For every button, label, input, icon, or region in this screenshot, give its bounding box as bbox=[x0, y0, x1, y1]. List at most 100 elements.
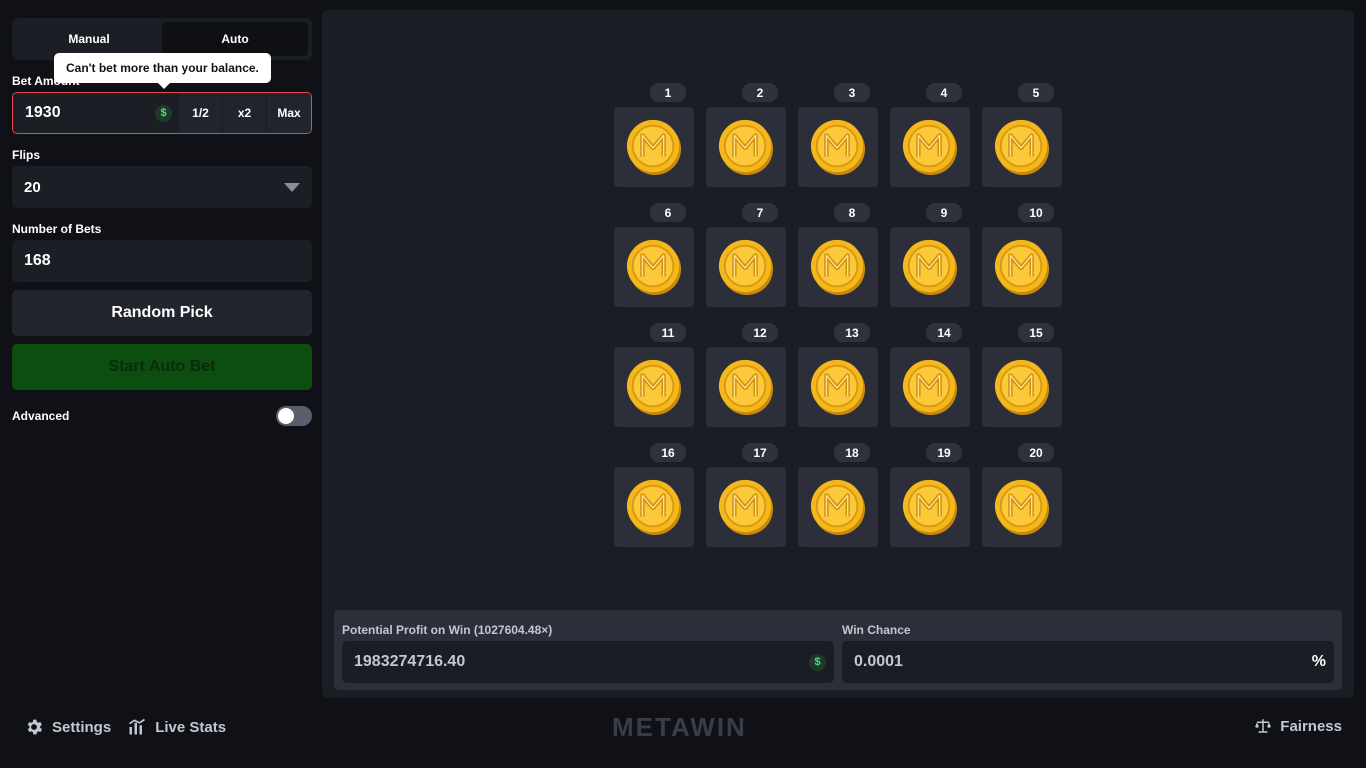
number-of-bets-field bbox=[12, 240, 312, 282]
number-of-bets-input[interactable] bbox=[24, 252, 300, 270]
advanced-label: Advanced bbox=[12, 409, 70, 423]
coin-tile[interactable] bbox=[982, 347, 1062, 427]
coin-number-badge: 20 bbox=[1018, 443, 1054, 462]
coin-tile[interactable] bbox=[706, 347, 786, 427]
coin-cell: 17 bbox=[706, 443, 786, 547]
metawin-coin-icon bbox=[902, 239, 958, 296]
metawin-coin-icon bbox=[626, 359, 682, 416]
sidebar: Manual Auto Bet Amount $ 1/2 x2 Max Can'… bbox=[12, 18, 312, 426]
coin-number-badge: 13 bbox=[834, 323, 870, 342]
metawin-coin-icon bbox=[810, 479, 866, 536]
coin-number-badge: 10 bbox=[1018, 203, 1054, 222]
metawin-coin-icon bbox=[994, 239, 1050, 296]
percent-suffix: % bbox=[1311, 653, 1326, 670]
metawin-coin-icon bbox=[902, 359, 958, 416]
dollar-icon: $ bbox=[809, 653, 826, 671]
metawin-coin-icon bbox=[902, 479, 958, 536]
coin-cell: 5 bbox=[982, 83, 1062, 187]
coin-number-badge: 11 bbox=[650, 323, 686, 342]
metawin-coin-icon bbox=[902, 119, 958, 176]
game-panel: 1 2 3 4 5 6 7 8 9 10 11 12 13 14 15 16 17 18 19 20 Potentia… bbox=[322, 10, 1354, 698]
live-stats-button[interactable]: Live Stats bbox=[127, 717, 226, 737]
win-chance-label: Win Chance bbox=[842, 623, 911, 637]
metawin-coin-icon bbox=[626, 119, 682, 176]
number-of-bets-label: Number of Bets bbox=[12, 222, 102, 236]
metawin-coin-icon bbox=[718, 239, 774, 296]
coin-number-badge: 7 bbox=[742, 203, 778, 222]
coin-tile[interactable] bbox=[890, 227, 970, 307]
metawin-coin-icon bbox=[994, 119, 1050, 176]
fairness-button[interactable]: Fairness bbox=[1254, 717, 1342, 735]
coin-number-badge: 2 bbox=[742, 83, 778, 102]
potential-profit-label: Potential Profit on Win (1027604.48×) bbox=[342, 623, 553, 637]
coin-number-badge: 1 bbox=[650, 83, 686, 102]
coin-tile[interactable] bbox=[614, 467, 694, 547]
metawin-coin-icon bbox=[994, 359, 1050, 416]
coin-cell: 19 bbox=[890, 443, 970, 547]
coin-tile[interactable] bbox=[614, 347, 694, 427]
coin-number-badge: 4 bbox=[926, 83, 962, 102]
metawin-coin-icon bbox=[810, 239, 866, 296]
double-bet-button[interactable]: x2 bbox=[222, 93, 266, 133]
max-bet-button[interactable]: Max bbox=[266, 93, 311, 133]
coin-tile[interactable] bbox=[982, 107, 1062, 187]
win-chance-field: 0.0001 % bbox=[842, 641, 1334, 683]
coin-tile[interactable] bbox=[890, 467, 970, 547]
coin-number-badge: 14 bbox=[926, 323, 962, 342]
coin-tile[interactable] bbox=[890, 107, 970, 187]
coin-cell: 13 bbox=[798, 323, 878, 427]
settings-button[interactable]: Settings bbox=[24, 717, 111, 737]
coin-number-badge: 17 bbox=[742, 443, 778, 462]
metawin-coin-icon bbox=[718, 359, 774, 416]
coin-tile[interactable] bbox=[890, 347, 970, 427]
tab-auto[interactable]: Auto bbox=[162, 22, 308, 56]
metawin-coin-icon bbox=[810, 119, 866, 176]
metawin-coin-icon bbox=[718, 479, 774, 536]
advanced-row: Advanced bbox=[12, 406, 312, 426]
coin-tile[interactable] bbox=[798, 227, 878, 307]
coin-number-badge: 5 bbox=[1018, 83, 1054, 102]
flips-value: 20 bbox=[24, 178, 41, 196]
coin-tile[interactable] bbox=[614, 107, 694, 187]
coin-tile[interactable] bbox=[798, 107, 878, 187]
coin-tile[interactable] bbox=[982, 467, 1062, 547]
coin-tile[interactable] bbox=[798, 347, 878, 427]
metawin-coin-icon bbox=[718, 119, 774, 176]
coin-cell: 15 bbox=[982, 323, 1062, 427]
flips-select[interactable]: 20 bbox=[12, 166, 312, 208]
settings-label: Settings bbox=[52, 718, 112, 736]
half-bet-button[interactable]: 1/2 bbox=[178, 93, 222, 133]
caret-down-icon bbox=[284, 182, 300, 192]
coin-tile[interactable] bbox=[706, 107, 786, 187]
random-pick-button[interactable]: Random Pick bbox=[12, 290, 312, 336]
tab-manual[interactable]: Manual bbox=[16, 22, 162, 56]
coin-number-badge: 8 bbox=[834, 203, 870, 222]
footer-left: Settings Live Stats bbox=[24, 717, 226, 737]
coin-cell: 10 bbox=[982, 203, 1062, 307]
coin-tile[interactable] bbox=[798, 467, 878, 547]
coin-cell: 16 bbox=[614, 443, 694, 547]
coin-cell: 18 bbox=[798, 443, 878, 547]
start-auto-bet-button[interactable]: Start Auto Bet bbox=[12, 344, 312, 390]
coin-cell: 11 bbox=[614, 323, 694, 427]
potential-profit-field: 1983274716.40 $ bbox=[342, 641, 834, 683]
advanced-toggle[interactable] bbox=[276, 406, 312, 426]
metawin-coin-icon bbox=[810, 359, 866, 416]
bet-amount-input[interactable] bbox=[25, 104, 155, 122]
coin-tile[interactable] bbox=[982, 227, 1062, 307]
coin-cell: 20 bbox=[982, 443, 1062, 547]
coin-tile[interactable] bbox=[614, 227, 694, 307]
flips-label: Flips bbox=[12, 148, 41, 162]
coin-number-badge: 15 bbox=[1018, 323, 1054, 342]
coin-cell: 12 bbox=[706, 323, 786, 427]
coin-number-badge: 9 bbox=[926, 203, 962, 222]
potential-profit-value: 1983274716.40 bbox=[354, 653, 466, 670]
coin-tile[interactable] bbox=[706, 227, 786, 307]
coin-cell: 8 bbox=[798, 203, 878, 307]
coin-cell: 2 bbox=[706, 83, 786, 187]
coin-cell: 9 bbox=[890, 203, 970, 307]
metawin-coin-icon bbox=[626, 479, 682, 536]
coin-number-badge: 12 bbox=[742, 323, 778, 342]
coin-tile[interactable] bbox=[706, 467, 786, 547]
coin-number-badge: 3 bbox=[834, 83, 870, 102]
